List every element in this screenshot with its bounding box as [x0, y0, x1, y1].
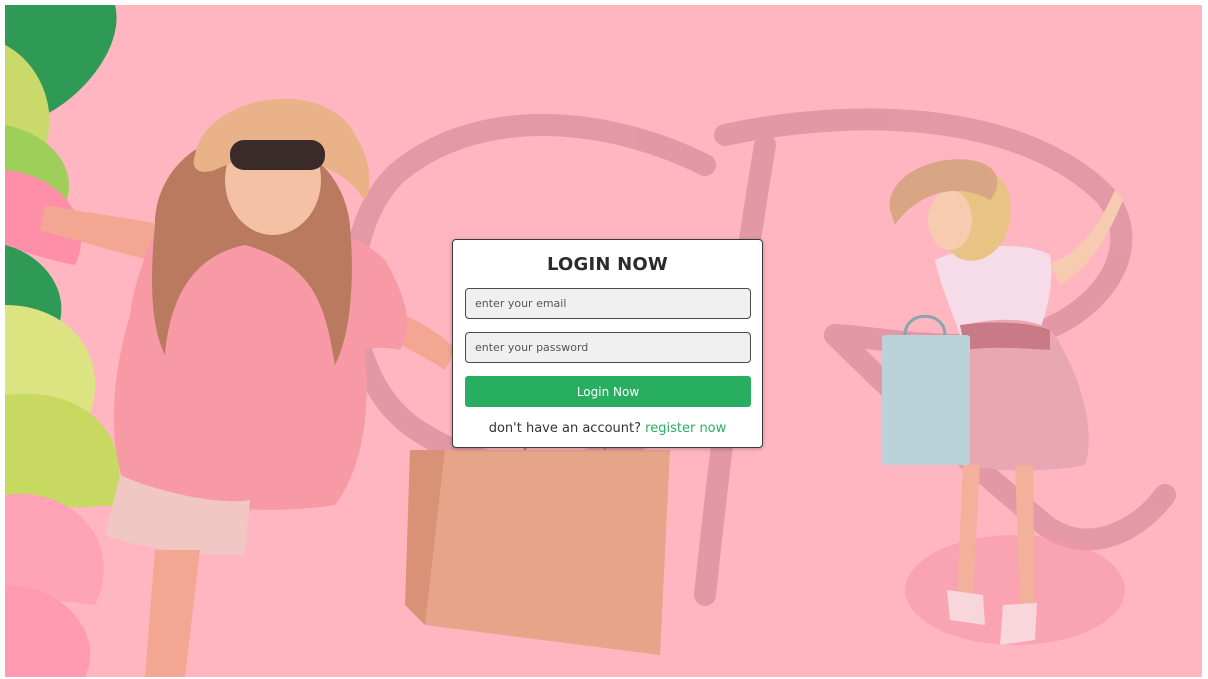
right-girl-illustration: [882, 159, 1125, 645]
login-form-card: LOGIN NOW Login Now don't have an accoun…: [452, 239, 763, 448]
left-leaves-decoration: [5, 5, 120, 677]
login-title: LOGIN NOW: [547, 254, 668, 275]
email-input[interactable]: [465, 288, 751, 319]
register-prompt: don't have an account? register now: [453, 421, 762, 436]
register-link[interactable]: register now: [645, 421, 726, 436]
login-page: LOGIN NOW Login Now don't have an accoun…: [0, 0, 1208, 679]
shopping-bag-center: [405, 426, 670, 655]
password-input[interactable]: [465, 332, 751, 363]
login-button[interactable]: Login Now: [465, 376, 751, 407]
register-prompt-text: don't have an account?: [488, 421, 642, 436]
